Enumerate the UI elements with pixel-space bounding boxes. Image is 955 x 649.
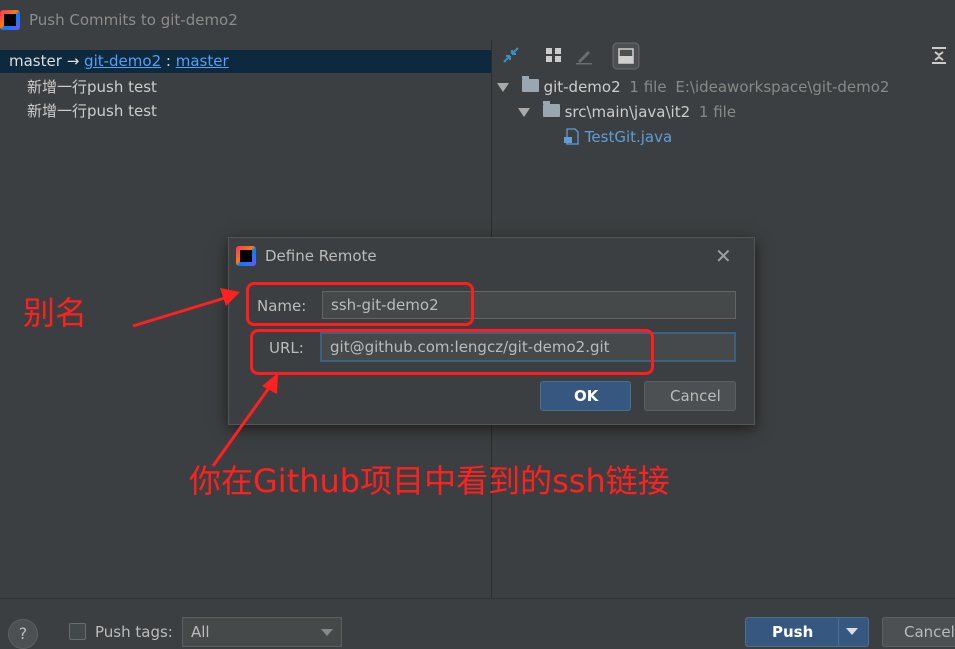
push-button-label: Push [772,623,814,641]
expand-triangle-icon[interactable] [497,83,509,92]
branch-colon: : [165,52,171,70]
push-dropdown-icon[interactable] [846,628,858,635]
push-tags-value: All [191,623,210,641]
folder-icon [542,101,560,117]
preview-icon[interactable] [612,42,640,70]
push-button[interactable]: Push [745,617,869,647]
branch-arrow: → [66,52,80,70]
commit-item[interactable]: 新增一行push test [27,100,157,121]
module-folder-icon [521,76,539,92]
ok-button[interactable]: OK [540,381,631,411]
root-count: 1 file [629,78,667,96]
tree-root-row[interactable]: git-demo2 1 file E:\ideaworkspace\git-de… [497,76,890,96]
ssh-link-annotation: 你在Github项目中看到的ssh链接 [189,462,670,500]
cancel-button[interactable]: Cancel [882,617,955,647]
dialog-title: Define Remote [265,247,377,265]
tree-file-row[interactable]: TestGit.java [563,128,672,146]
help-button[interactable]: ? [8,619,38,649]
folder-name: src\main\java\it2 [564,103,691,121]
push-tags-label: Push tags: [95,623,173,641]
root-path: E:\ideaworkspace\git-demo2 [675,78,890,96]
group-icon[interactable] [544,45,564,65]
chevron-down-icon [321,629,333,636]
bottom-bar: ? Push tags: All Push Cancel [0,598,955,649]
cancel-button-label: Cancel [904,623,955,641]
folder-count: 1 file [698,103,737,121]
title-bar: Push Commits to git-demo2 [0,0,955,40]
push-tags-select[interactable]: All [182,617,342,647]
remote-branch-link[interactable]: master [176,52,229,70]
close-icon[interactable]: ✕ [715,244,732,268]
intellij-logo-icon [0,10,20,30]
remote-link[interactable]: git-demo2 [84,52,161,70]
url-highlight-box [250,329,654,375]
expand-icon[interactable] [501,45,521,65]
commit-item[interactable]: 新增一行push test [27,76,157,97]
branch-mapping-row[interactable]: master → git-demo2 : master [0,50,491,73]
file-name: TestGit.java [584,128,673,146]
name-highlight-box [246,282,474,326]
dialog-cancel-label: Cancel [670,387,721,405]
edit-icon[interactable] [574,45,594,65]
push-tags-checkbox[interactable] [69,623,86,640]
dialog-cancel-button[interactable]: Cancel [644,381,736,411]
window-title: Push Commits to git-demo2 [29,11,238,29]
java-file-icon [564,128,579,145]
tree-folder-row[interactable]: src\main\java\it2 1 file [518,101,737,121]
alias-annotation: 别名 [23,294,88,332]
local-branch: master [9,52,62,70]
intellij-logo-icon [236,246,256,266]
collapse-icon[interactable] [929,45,949,65]
ok-button-label: OK [574,387,599,405]
expand-triangle-icon[interactable] [518,108,530,117]
root-name: git-demo2 [543,78,621,96]
